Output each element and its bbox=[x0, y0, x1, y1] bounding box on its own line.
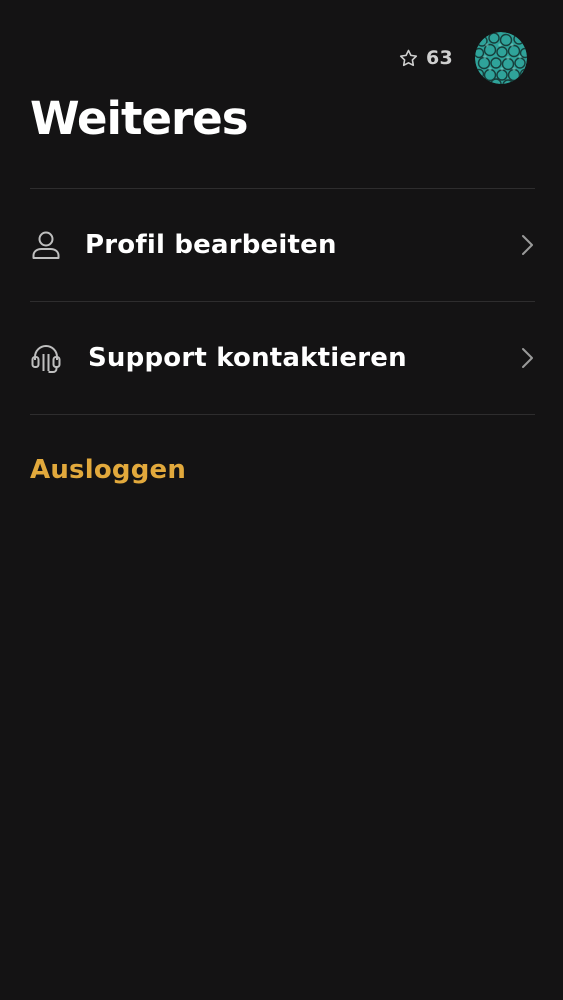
user-icon bbox=[30, 229, 62, 261]
chevron-right-icon bbox=[522, 348, 533, 368]
chevron-right-icon bbox=[522, 235, 533, 255]
page-title: Weiteres bbox=[30, 92, 249, 145]
menu-item-label: Profil bearbeiten bbox=[85, 230, 337, 260]
logout-button[interactable]: Ausloggen bbox=[30, 455, 186, 485]
menu-item-label: Support kontaktieren bbox=[88, 343, 407, 373]
star-icon bbox=[399, 49, 418, 66]
menu-item-edit-profile[interactable]: Profil bearbeiten bbox=[30, 189, 535, 301]
top-bar: 63 bbox=[398, 32, 527, 84]
menu-divider bbox=[30, 414, 535, 415]
headset-icon bbox=[30, 342, 62, 374]
avatar[interactable] bbox=[475, 32, 527, 84]
points-badge[interactable]: 63 bbox=[398, 47, 453, 69]
points-count: 63 bbox=[425, 47, 453, 69]
settings-menu: Profil bearbeiten Support kontaktieren bbox=[30, 188, 535, 415]
menu-item-contact-support[interactable]: Support kontaktieren bbox=[30, 302, 535, 414]
